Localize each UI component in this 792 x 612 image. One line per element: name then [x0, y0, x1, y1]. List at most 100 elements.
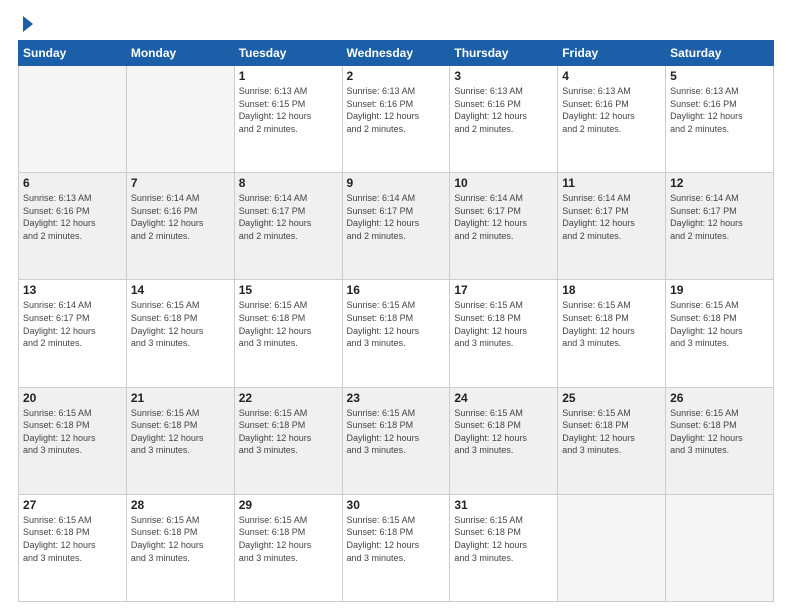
day-info: Sunrise: 6:14 AM Sunset: 6:17 PM Dayligh…: [239, 192, 338, 242]
day-info: Sunrise: 6:15 AM Sunset: 6:18 PM Dayligh…: [347, 299, 446, 349]
calendar-week-row: 1Sunrise: 6:13 AM Sunset: 6:15 PM Daylig…: [19, 66, 774, 173]
day-info: Sunrise: 6:15 AM Sunset: 6:18 PM Dayligh…: [239, 407, 338, 457]
calendar-day-cell: 28 Sunrise: 6:15 AM Sunset: 6:18 PM Dayli…: [126, 494, 234, 601]
calendar-day-cell: 16 Sunrise: 6:15 AM Sunset: 6:18 PM Dayli…: [342, 280, 450, 387]
day-number: 28: [131, 498, 230, 512]
calendar-day-cell: 8 Sunrise: 6:14 AM Sunset: 6:17 PM Daylig…: [234, 173, 342, 280]
day-info: Sunrise: 6:15 AM Sunset: 6:18 PM Dayligh…: [23, 407, 122, 457]
calendar-day-cell: 4 Sunrise: 6:13 AM Sunset: 6:16 PM Daylig…: [558, 66, 666, 173]
page: SundayMondayTuesdayWednesdayThursdayFrid…: [0, 0, 792, 612]
calendar-day-cell: 11 Sunrise: 6:14 AM Sunset: 6:17 PM Dayli…: [558, 173, 666, 280]
day-number: 25: [562, 391, 661, 405]
day-info: Sunrise: 6:13 AM Sunset: 6:16 PM Dayligh…: [23, 192, 122, 242]
calendar-day-cell: 17 Sunrise: 6:15 AM Sunset: 6:18 PM Dayli…: [450, 280, 558, 387]
calendar-day-cell: 2 Sunrise: 6:13 AM Sunset: 6:16 PM Daylig…: [342, 66, 450, 173]
day-of-week-header: Thursday: [450, 41, 558, 66]
day-info: Sunrise: 6:15 AM Sunset: 6:18 PM Dayligh…: [454, 407, 553, 457]
calendar-day-cell: 25Sunrise: 6:15 AM Sunset: 6:18 PM Dayli…: [558, 387, 666, 494]
day-of-week-header: Saturday: [666, 41, 774, 66]
day-number: 14: [131, 283, 230, 297]
day-number: 24: [454, 391, 553, 405]
day-info: Sunrise: 6:15 AM Sunset: 6:18 PM Dayligh…: [239, 514, 338, 564]
calendar-day-cell: 15 Sunrise: 6:15 AM Sunset: 6:18 PM Dayli…: [234, 280, 342, 387]
calendar-day-cell: 22 Sunrise: 6:15 AM Sunset: 6:18 PM Dayli…: [234, 387, 342, 494]
calendar-day-cell: 14 Sunrise: 6:15 AM Sunset: 6:18 PM Dayli…: [126, 280, 234, 387]
calendar-day-cell: 7 Sunrise: 6:14 AM Sunset: 6:16 PM Daylig…: [126, 173, 234, 280]
day-number: 16: [347, 283, 446, 297]
day-number: 10: [454, 176, 553, 190]
calendar-header-row: SundayMondayTuesdayWednesdayThursdayFrid…: [19, 41, 774, 66]
calendar-day-cell: 31Sunrise: 6:15 AM Sunset: 6:18 PM Dayli…: [450, 494, 558, 601]
calendar-week-row: 20Sunrise: 6:15 AM Sunset: 6:18 PM Dayli…: [19, 387, 774, 494]
day-info: Sunrise: 6:15 AM Sunset: 6:18 PM Dayligh…: [454, 299, 553, 349]
calendar-day-cell: 1Sunrise: 6:13 AM Sunset: 6:15 PM Daylig…: [234, 66, 342, 173]
day-number: 4: [562, 69, 661, 83]
day-info: Sunrise: 6:15 AM Sunset: 6:18 PM Dayligh…: [670, 407, 769, 457]
calendar-day-cell: 5Sunrise: 6:13 AM Sunset: 6:16 PM Daylig…: [666, 66, 774, 173]
day-of-week-header: Sunday: [19, 41, 127, 66]
day-number: 8: [239, 176, 338, 190]
calendar-day-cell: 6Sunrise: 6:13 AM Sunset: 6:16 PM Daylig…: [19, 173, 127, 280]
day-number: 18: [562, 283, 661, 297]
calendar-table: SundayMondayTuesdayWednesdayThursdayFrid…: [18, 40, 774, 602]
day-number: 17: [454, 283, 553, 297]
day-info: Sunrise: 6:14 AM Sunset: 6:17 PM Dayligh…: [23, 299, 122, 349]
calendar-day-cell: 18 Sunrise: 6:15 AM Sunset: 6:18 PM Dayli…: [558, 280, 666, 387]
day-info: Sunrise: 6:15 AM Sunset: 6:18 PM Dayligh…: [131, 299, 230, 349]
calendar-day-cell: 13 Sunrise: 6:14 AM Sunset: 6:17 PM Dayli…: [19, 280, 127, 387]
day-of-week-header: Friday: [558, 41, 666, 66]
day-of-week-header: Monday: [126, 41, 234, 66]
day-info: Sunrise: 6:15 AM Sunset: 6:18 PM Dayligh…: [131, 514, 230, 564]
day-number: 22: [239, 391, 338, 405]
day-info: Sunrise: 6:15 AM Sunset: 6:18 PM Dayligh…: [239, 299, 338, 349]
day-info: Sunrise: 6:15 AM Sunset: 6:18 PM Dayligh…: [562, 299, 661, 349]
day-number: 11: [562, 176, 661, 190]
day-info: Sunrise: 6:13 AM Sunset: 6:16 PM Dayligh…: [562, 85, 661, 135]
day-info: Sunrise: 6:14 AM Sunset: 6:17 PM Dayligh…: [562, 192, 661, 242]
day-info: Sunrise: 6:14 AM Sunset: 6:17 PM Dayligh…: [670, 192, 769, 242]
calendar-day-cell: 3 Sunrise: 6:13 AM Sunset: 6:16 PM Daylig…: [450, 66, 558, 173]
calendar-day-cell: [19, 66, 127, 173]
day-number: 1: [239, 69, 338, 83]
day-info: Sunrise: 6:15 AM Sunset: 6:18 PM Dayligh…: [131, 407, 230, 457]
day-number: 15: [239, 283, 338, 297]
day-number: 26: [670, 391, 769, 405]
day-info: Sunrise: 6:14 AM Sunset: 6:16 PM Dayligh…: [131, 192, 230, 242]
calendar-day-cell: 21 Sunrise: 6:15 AM Sunset: 6:18 PM Dayli…: [126, 387, 234, 494]
day-info: Sunrise: 6:13 AM Sunset: 6:16 PM Dayligh…: [670, 85, 769, 135]
day-number: 7: [131, 176, 230, 190]
calendar-day-cell: 20Sunrise: 6:15 AM Sunset: 6:18 PM Dayli…: [19, 387, 127, 494]
day-info: Sunrise: 6:14 AM Sunset: 6:17 PM Dayligh…: [347, 192, 446, 242]
day-number: 13: [23, 283, 122, 297]
day-number: 30: [347, 498, 446, 512]
day-info: Sunrise: 6:15 AM Sunset: 6:18 PM Dayligh…: [454, 514, 553, 564]
calendar-day-cell: 10 Sunrise: 6:14 AM Sunset: 6:17 PM Dayli…: [450, 173, 558, 280]
logo-arrow-icon: [23, 16, 33, 32]
calendar-day-cell: 30 Sunrise: 6:15 AM Sunset: 6:18 PM Dayli…: [342, 494, 450, 601]
day-number: 3: [454, 69, 553, 83]
day-of-week-header: Wednesday: [342, 41, 450, 66]
calendar-week-row: 6Sunrise: 6:13 AM Sunset: 6:16 PM Daylig…: [19, 173, 774, 280]
header: [18, 18, 774, 32]
day-info: Sunrise: 6:13 AM Sunset: 6:16 PM Dayligh…: [454, 85, 553, 135]
calendar-day-cell: 19Sunrise: 6:15 AM Sunset: 6:18 PM Dayli…: [666, 280, 774, 387]
day-number: 21: [131, 391, 230, 405]
calendar-day-cell: 24 Sunrise: 6:15 AM Sunset: 6:18 PM Dayli…: [450, 387, 558, 494]
calendar-week-row: 27Sunrise: 6:15 AM Sunset: 6:18 PM Dayli…: [19, 494, 774, 601]
calendar-day-cell: [558, 494, 666, 601]
calendar-week-row: 13 Sunrise: 6:14 AM Sunset: 6:17 PM Dayli…: [19, 280, 774, 387]
logo: [18, 18, 33, 32]
calendar-day-cell: 23Sunrise: 6:15 AM Sunset: 6:18 PM Dayli…: [342, 387, 450, 494]
day-info: Sunrise: 6:13 AM Sunset: 6:16 PM Dayligh…: [347, 85, 446, 135]
day-number: 12: [670, 176, 769, 190]
day-of-week-header: Tuesday: [234, 41, 342, 66]
calendar-day-cell: 26 Sunrise: 6:15 AM Sunset: 6:18 PM Dayli…: [666, 387, 774, 494]
day-number: 2: [347, 69, 446, 83]
calendar-day-cell: 29Sunrise: 6:15 AM Sunset: 6:18 PM Dayli…: [234, 494, 342, 601]
day-info: Sunrise: 6:14 AM Sunset: 6:17 PM Dayligh…: [454, 192, 553, 242]
day-info: Sunrise: 6:15 AM Sunset: 6:18 PM Dayligh…: [670, 299, 769, 349]
day-info: Sunrise: 6:15 AM Sunset: 6:18 PM Dayligh…: [347, 514, 446, 564]
calendar-day-cell: 9 Sunrise: 6:14 AM Sunset: 6:17 PM Daylig…: [342, 173, 450, 280]
day-info: Sunrise: 6:15 AM Sunset: 6:18 PM Dayligh…: [23, 514, 122, 564]
day-number: 9: [347, 176, 446, 190]
